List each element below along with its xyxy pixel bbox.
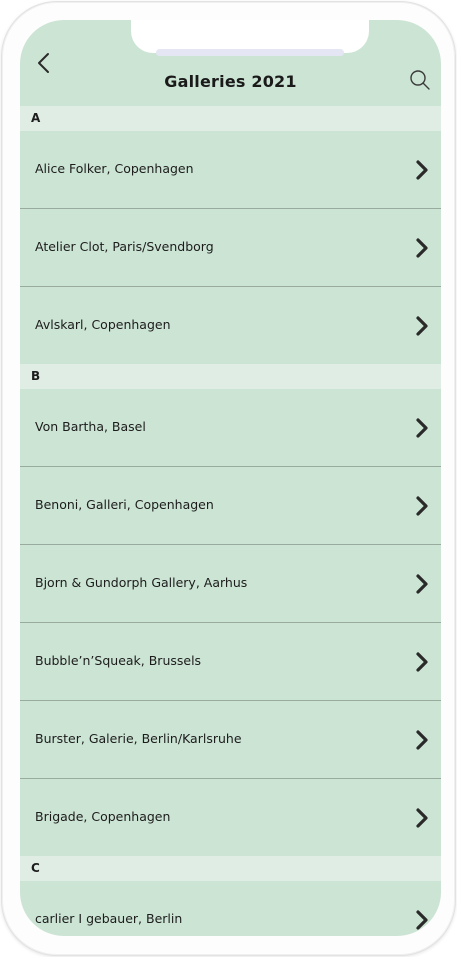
search-icon [410,70,430,90]
chevron-right-icon [416,808,428,828]
chevron-right-icon [416,238,428,258]
section-header-b: B [20,364,441,389]
list-item-label: Brigade, Copenhagen [35,809,171,824]
list-item-label: Avlskarl, Copenhagen [35,317,171,332]
list-item[interactable]: Bjorn & Gundorph Gallery, Aarhus [20,545,441,623]
chevron-right-icon [416,910,428,930]
speaker-grille [156,49,344,56]
list-item[interactable]: Avlskarl, Copenhagen [20,287,441,364]
gallery-list: A Alice Folker, Copenhagen Atelier Clot,… [20,106,441,936]
list-item-label: Atelier Clot, Paris/Svendborg [35,239,214,254]
list-item-label: Bubble’n’Squeak, Brussels [35,653,202,668]
app-screen: Galleries 2021 A Alice Folker, Copenhage… [20,20,441,936]
list-item[interactable]: Bubble’n’Squeak, Brussels [20,623,441,701]
chevron-right-icon [416,418,428,438]
list-item-label: Burster, Galerie, Berlin/Karlsruhe [35,731,242,746]
list-item[interactable]: Burster, Galerie, Berlin/Karlsruhe [20,701,441,779]
chevron-right-icon [416,730,428,750]
chevron-right-icon [416,316,428,336]
list-item[interactable]: carlier I gebauer, Berlin [20,881,441,936]
chevron-right-icon [416,652,428,672]
section-header-a: A [20,106,441,131]
section-header-c: C [20,856,441,881]
list-item-label: carlier I gebauer, Berlin [35,911,183,926]
list-item-label: Alice Folker, Copenhagen [35,161,194,176]
list-item-label: Von Bartha, Basel [35,419,146,434]
list-item[interactable]: Brigade, Copenhagen [20,779,441,856]
list-item-label: Benoni, Galleri, Copenhagen [35,497,214,512]
list-item[interactable]: Von Bartha, Basel [20,389,441,467]
chevron-right-icon [416,496,428,516]
list-item-label: Bjorn & Gundorph Gallery, Aarhus [35,575,248,590]
page-title: Galleries 2021 [164,72,297,91]
search-button[interactable] [408,68,432,92]
list-item[interactable]: Benoni, Galleri, Copenhagen [20,467,441,545]
chevron-right-icon [416,160,428,180]
list-item[interactable]: Alice Folker, Copenhagen [20,131,441,209]
list-item[interactable]: Atelier Clot, Paris/Svendborg [20,209,441,287]
chevron-right-icon [416,574,428,594]
